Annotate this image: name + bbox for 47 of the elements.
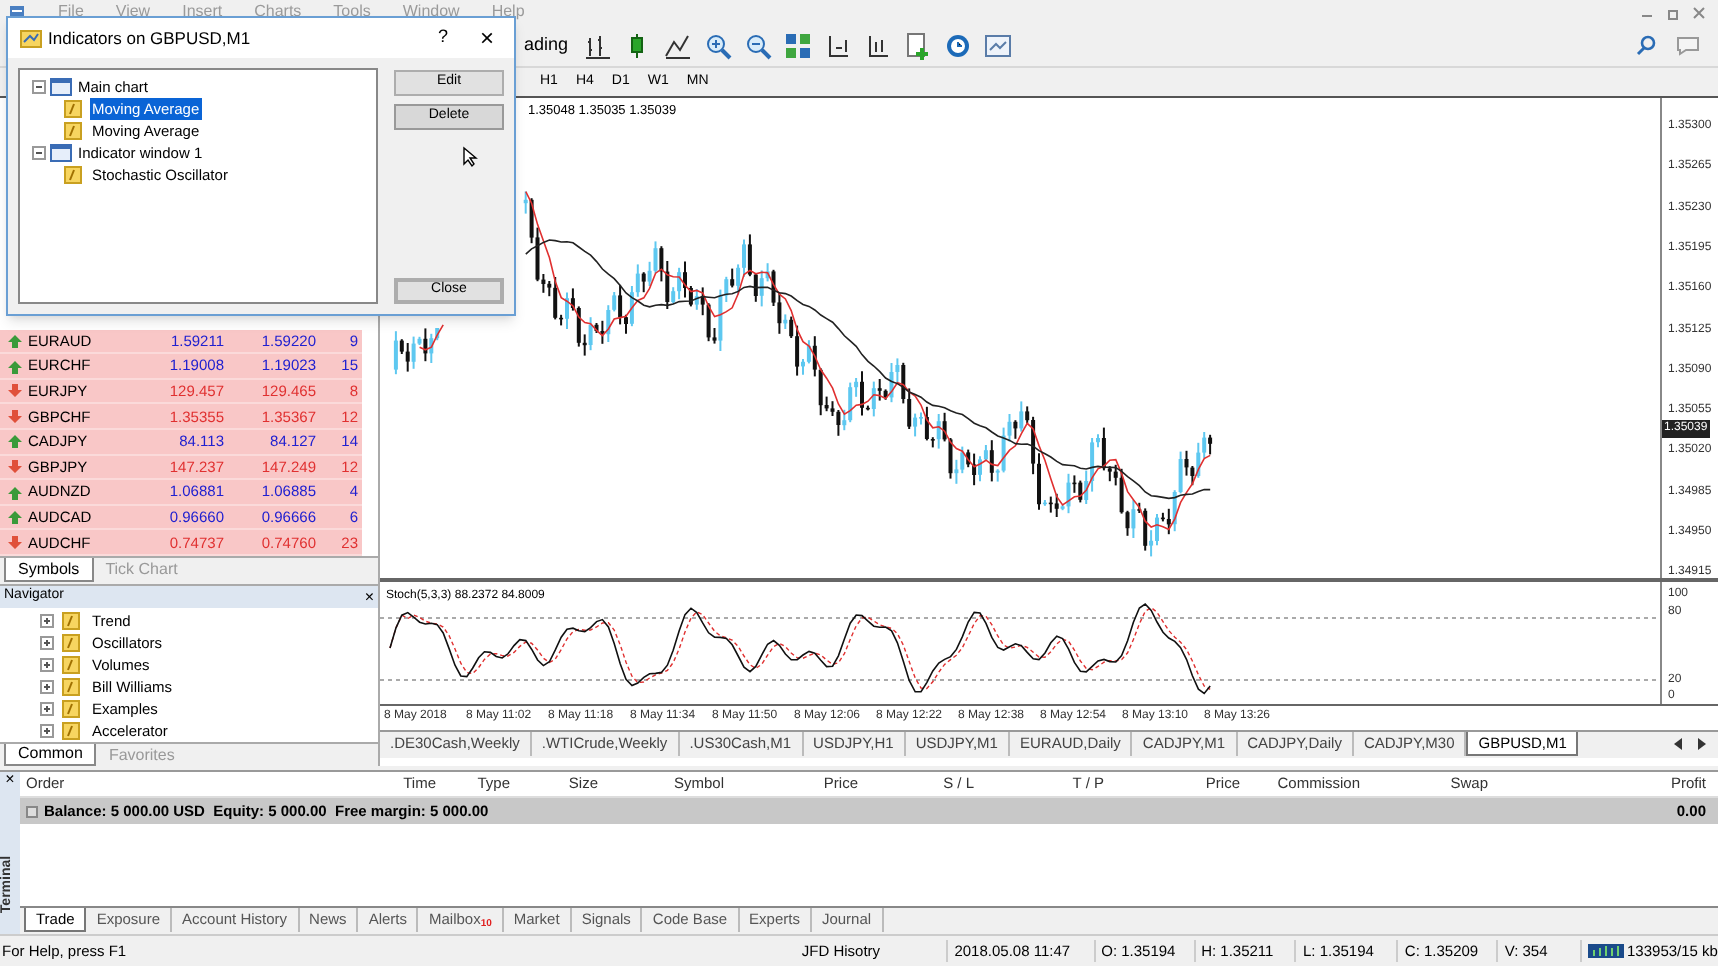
restore-icon[interactable] <box>1666 5 1680 19</box>
search-icon[interactable] <box>1636 34 1658 56</box>
close-icon[interactable] <box>1692 5 1706 19</box>
indicator-folder-icon[interactable] <box>62 700 80 718</box>
indicator-folder-icon[interactable] <box>62 656 80 674</box>
mouse-pointer-icon <box>462 146 478 168</box>
close-button[interactable]: × <box>479 26 494 50</box>
indicator-window-icon[interactable] <box>20 29 42 47</box>
account-icon[interactable] <box>26 805 38 817</box>
expand-icon[interactable] <box>40 658 54 672</box>
chart-window-icon[interactable] <box>50 144 72 162</box>
close-button[interactable]: × <box>5 772 15 788</box>
line-chart-icon[interactable] <box>664 31 693 59</box>
autotrading-button[interactable]: ading <box>524 31 573 59</box>
zoom-out-icon[interactable] <box>744 31 773 59</box>
chat-icon[interactable] <box>1674 34 1702 56</box>
bar-chart-icon[interactable] <box>584 31 613 59</box>
help-button[interactable]: ? <box>437 24 448 52</box>
dialog-title: Indicators on GBPUSD,M1 <box>48 25 251 51</box>
close-button[interactable]: × <box>364 589 374 605</box>
connection-bars-icon[interactable] <box>1587 944 1624 958</box>
tile-windows-icon[interactable] <box>784 31 813 59</box>
expand-icon[interactable] <box>40 614 54 628</box>
collapse-icon[interactable] <box>32 146 46 160</box>
indicator-folder-icon[interactable] <box>62 722 80 740</box>
indicator-icon[interactable] <box>64 100 82 118</box>
expand-icon[interactable] <box>40 636 54 650</box>
indicator-icon[interactable] <box>64 166 82 184</box>
autoscroll-icon[interactable] <box>864 31 893 59</box>
zoom-in-icon[interactable] <box>704 31 733 59</box>
indicator-folder-icon[interactable] <box>62 678 80 696</box>
indicator-icon[interactable] <box>64 122 82 140</box>
chart-shift-icon[interactable] <box>824 31 853 59</box>
expand-icon[interactable] <box>40 680 54 694</box>
clock-icon[interactable] <box>944 31 973 59</box>
indicator-folder-icon[interactable] <box>62 634 80 652</box>
expand-icon[interactable] <box>40 702 54 716</box>
expand-icon[interactable] <box>40 724 54 738</box>
collapse-icon[interactable] <box>32 80 46 94</box>
indicator-folder-icon[interactable] <box>62 612 80 630</box>
add-indicator-icon[interactable] <box>904 31 933 59</box>
left-arrow-icon[interactable] <box>1674 738 1684 750</box>
tab[interactable]: Symbols <box>4 558 94 582</box>
template-icon[interactable] <box>984 31 1013 59</box>
tab[interactable]: Common <box>4 744 97 766</box>
right-arrow-icon[interactable] <box>1696 738 1706 750</box>
chart-window-icon[interactable] <box>50 78 72 96</box>
